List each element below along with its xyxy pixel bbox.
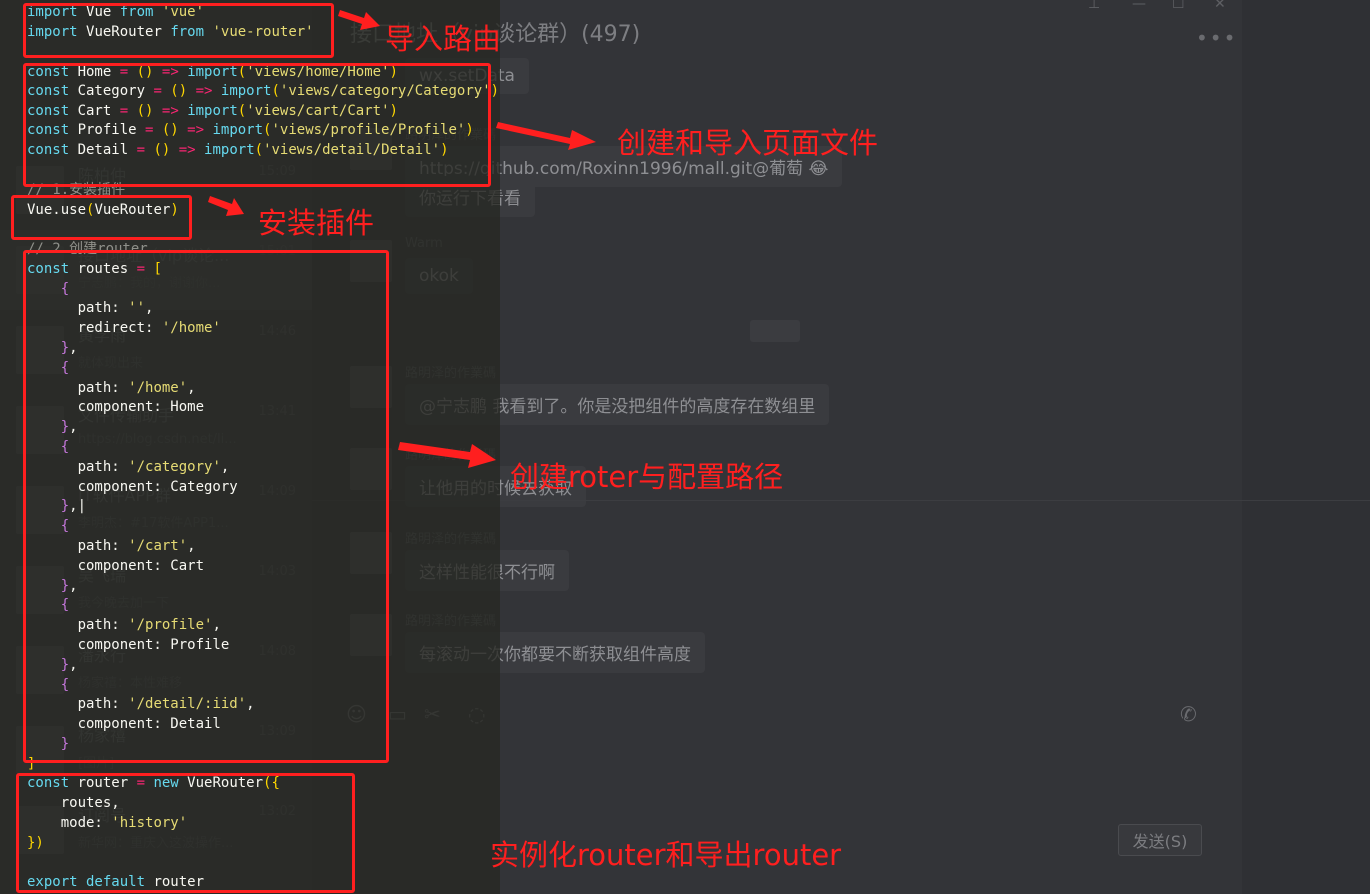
annotation-create-pages: 创建和导入页面文件: [617, 126, 879, 160]
arrow-create-router: [398, 442, 496, 468]
arrow-import-router: [338, 10, 380, 30]
arrow-create-pages: [496, 122, 596, 150]
annotation-import-router: 导入路由: [385, 22, 502, 56]
annotation-instantiate-export: 实例化router和导出router: [490, 838, 842, 872]
arrow-install-plugin: [208, 196, 244, 216]
annotation-install-plugin: 安装插件: [258, 206, 375, 240]
annotation-create-router: 创建roter与配置路径: [510, 460, 784, 494]
